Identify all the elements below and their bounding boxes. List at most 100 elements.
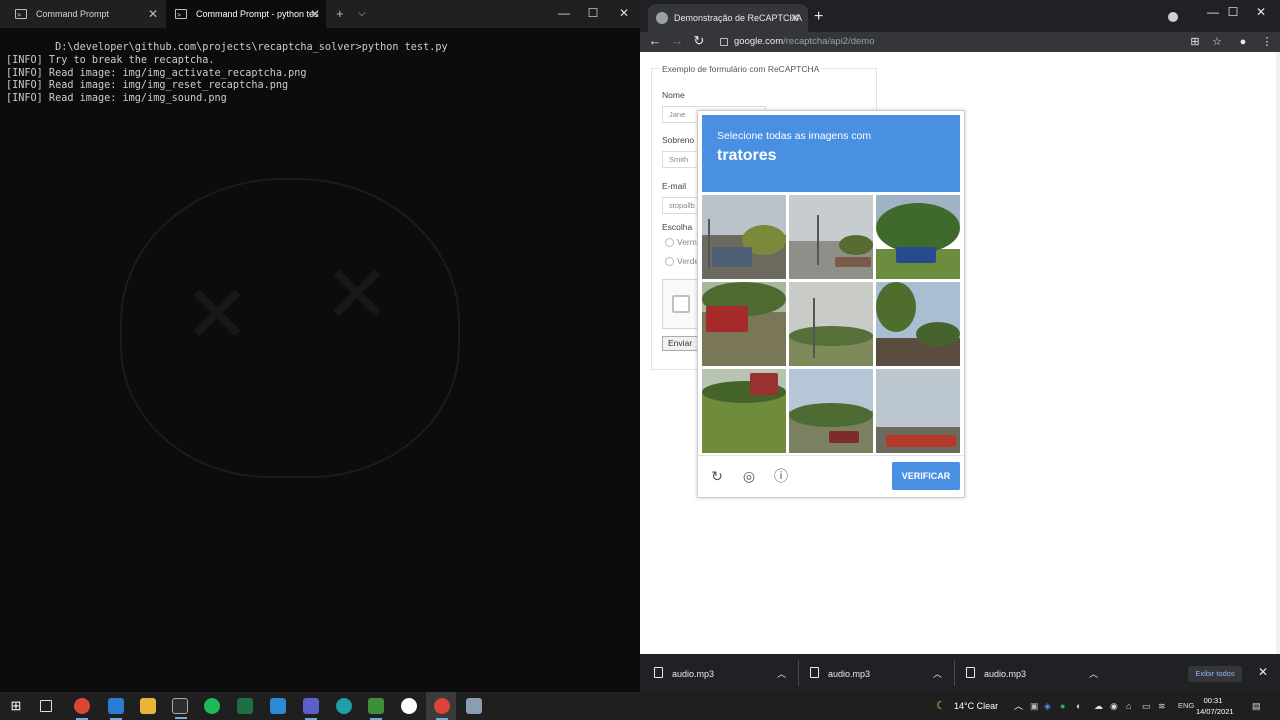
mail-app-icon[interactable] [108, 698, 124, 720]
battery-icon[interactable]: ▭ [1142, 692, 1151, 720]
chrome-app-icon[interactable] [434, 698, 450, 720]
captcha-tile[interactable] [702, 369, 786, 453]
captcha-tile[interactable] [876, 282, 960, 366]
chevron-down-icon[interactable]: ⌵ [358, 0, 366, 28]
file-icon [810, 667, 819, 678]
chevron-up-icon[interactable]: ︿ [1089, 654, 1098, 692]
name-label: Nome [662, 90, 685, 100]
radio-button[interactable] [665, 238, 674, 247]
address-bar[interactable]: google.com/recaptcha/api2/demo [720, 34, 1190, 50]
terminal-tabbar: Command Prompt ✕ Command Prompt - python… [0, 0, 640, 29]
terminal-line: [INFO] Read image: img/img_sound.png [6, 93, 227, 105]
chrome-app-icon[interactable] [74, 698, 90, 720]
terminal-output: D:\developer\github.com\projects\recaptc… [6, 42, 448, 106]
chevron-up-icon[interactable]: ︿ [1014, 692, 1023, 720]
maximize-button[interactable]: ☐ [577, 0, 609, 28]
page-scrollbar[interactable] [1276, 52, 1280, 654]
windows-start-icon[interactable]: ⊞ [8, 698, 24, 714]
choice-label: Escolha [662, 222, 693, 232]
browser-tab[interactable]: Demonstração de ReCAPTCHA ✕ [648, 4, 808, 32]
show-all-downloads-button[interactable]: Exibir todos [1188, 666, 1242, 682]
challenge-footer-divider [698, 455, 964, 456]
file-icon [654, 667, 663, 678]
close-icon[interactable]: ✕ [1258, 665, 1268, 679]
verify-button[interactable]: VERIFICAR [892, 462, 960, 490]
translate-icon[interactable]: ⊞ [1186, 34, 1204, 50]
browser-tabbar: Demonstração de ReCAPTCHA ✕ + — ☐ ✕ [640, 0, 1280, 32]
close-window-button[interactable]: ✕ [1244, 2, 1278, 24]
captcha-tile[interactable] [789, 195, 873, 279]
chevron-up-icon[interactable]: ︿ [933, 654, 942, 692]
close-icon[interactable]: ✕ [148, 0, 158, 28]
minimize-button[interactable]: — [548, 0, 580, 28]
challenge-instruction: Selecione todas as imagens com [717, 130, 872, 142]
captcha-tile[interactable] [789, 282, 873, 366]
close-icon[interactable]: ✕ [310, 0, 320, 28]
download-item[interactable]: audio.mp3 ︿ [640, 654, 796, 692]
taskbar: ⊞ ☾ 14°C Clear ︿ ▣ ◈ ● ◐ ☁ ◉ ⌂ ▭ ≋ ENG 0… [0, 692, 1280, 720]
download-item[interactable]: audio.mp3 ︿ [952, 654, 1108, 692]
favicon-icon [656, 12, 668, 24]
email-label: E-mail [662, 181, 687, 191]
wifi-icon[interactable]: ≋ [1158, 692, 1166, 720]
captcha-tile[interactable] [876, 369, 960, 453]
task-view-icon[interactable] [40, 700, 52, 712]
terminal-tab-1[interactable]: Command Prompt ✕ [6, 0, 164, 29]
app-icon[interactable] [466, 698, 482, 714]
tray-app-icon[interactable]: ▣ [1030, 692, 1039, 720]
bookmark-star-icon[interactable]: ☆ [1208, 34, 1226, 50]
profile-dot-icon[interactable] [1168, 12, 1178, 22]
terminal-tab-1-label: Command Prompt [36, 9, 110, 19]
steam-icon[interactable]: ◐ [1076, 692, 1081, 720]
menu-icon[interactable]: ⋮ [1258, 34, 1276, 50]
file-explorer-icon[interactable] [140, 698, 156, 714]
teams-icon[interactable] [303, 698, 319, 720]
weather-text[interactable]: 14°C Clear [954, 692, 998, 720]
back-icon[interactable]: ← [646, 32, 664, 52]
spotify-tray-icon[interactable]: ● [1060, 692, 1065, 720]
excel-icon[interactable] [237, 698, 253, 714]
spotify-icon[interactable] [204, 698, 220, 714]
profile-icon[interactable]: ● [1234, 34, 1252, 50]
clock[interactable]: 00:31 14/07/2021 [1196, 695, 1234, 717]
radio-label: Verde [677, 256, 700, 266]
radio-button[interactable] [665, 257, 674, 266]
vscode-icon[interactable] [270, 698, 286, 714]
url-host: google.com [734, 36, 784, 47]
language-indicator[interactable]: ENG [1178, 692, 1194, 720]
reload-icon[interactable]: ↻ [708, 467, 726, 485]
info-icon[interactable]: ⓘ [772, 467, 790, 485]
new-tab-icon[interactable]: + [336, 0, 344, 28]
close-window-button[interactable]: ✕ [608, 0, 640, 28]
notepad-icon[interactable] [368, 698, 384, 720]
new-tab-icon[interactable]: + [814, 4, 823, 30]
headphones-icon[interactable]: ◎ [740, 467, 758, 485]
download-item[interactable]: audio.mp3 ︿ [796, 654, 952, 692]
terminal-line: [INFO] Try to break the recaptcha. [6, 54, 215, 66]
submit-button[interactable]: Enviar [662, 336, 702, 351]
notification-icon[interactable]: ▤ [1252, 692, 1261, 720]
radio-label: Verm [677, 237, 697, 247]
chevron-up-icon[interactable]: ︿ [777, 654, 786, 692]
captcha-tile[interactable] [876, 195, 960, 279]
page-content: Exemplo de formulário com ReCAPTCHA Nome… [640, 52, 1280, 654]
forward-icon[interactable]: → [668, 32, 686, 52]
captcha-tile[interactable] [702, 195, 786, 279]
captcha-tile[interactable] [702, 282, 786, 366]
github-icon[interactable] [401, 698, 417, 714]
close-icon[interactable]: ✕ [790, 4, 800, 32]
recaptcha-checkbox[interactable] [672, 295, 690, 313]
terminal-tab-2[interactable]: Command Prompt - python tes ✕ [166, 0, 326, 29]
shield-icon[interactable]: ◈ [1044, 692, 1051, 720]
cloud-icon[interactable]: ☁ [1094, 692, 1103, 720]
surname-label: Sobreno [662, 135, 695, 145]
tray-app-icon[interactable]: ◉ [1110, 692, 1118, 720]
edge-icon[interactable] [336, 698, 352, 714]
captcha-tile[interactable] [789, 369, 873, 453]
browser-window: Demonstração de ReCAPTCHA ✕ + — ☐ ✕ ← → … [640, 0, 1280, 692]
terminal-app-icon[interactable] [172, 698, 188, 719]
reload-icon[interactable]: ↻ [690, 32, 708, 52]
mask-eye-right: ✕ [323, 248, 391, 341]
network-icon[interactable]: ⌂ [1126, 692, 1131, 720]
terminal-body[interactable]: ✕ ✕ D:\developer\github.com\projects\rec… [0, 28, 640, 692]
